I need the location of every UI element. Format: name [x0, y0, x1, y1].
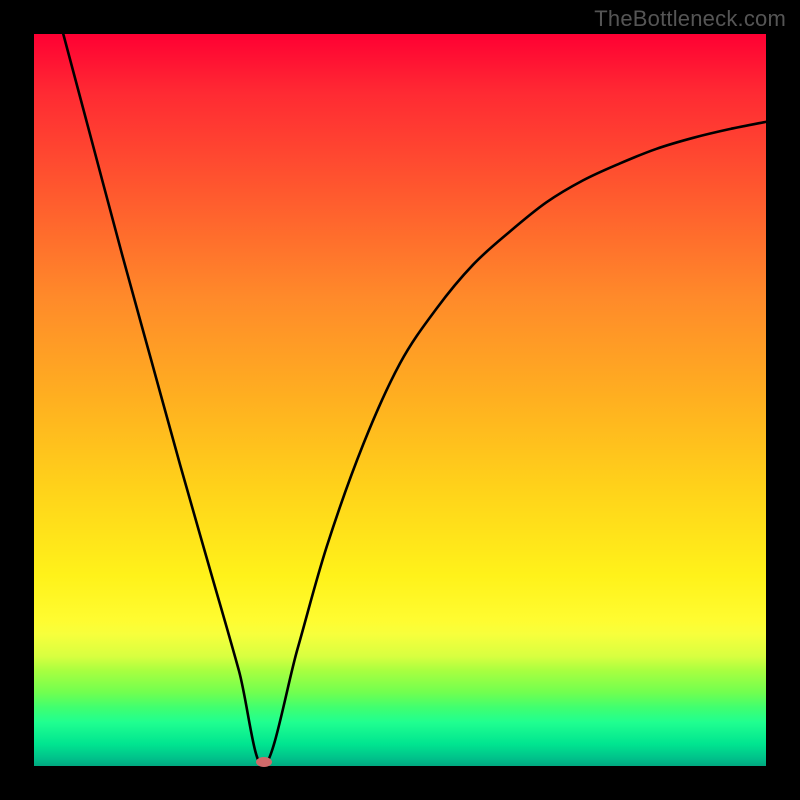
minimum-marker	[256, 757, 272, 767]
chart-plot-area	[34, 34, 766, 766]
attribution-label: TheBottleneck.com	[594, 6, 786, 32]
bottleneck-curve	[34, 34, 766, 766]
